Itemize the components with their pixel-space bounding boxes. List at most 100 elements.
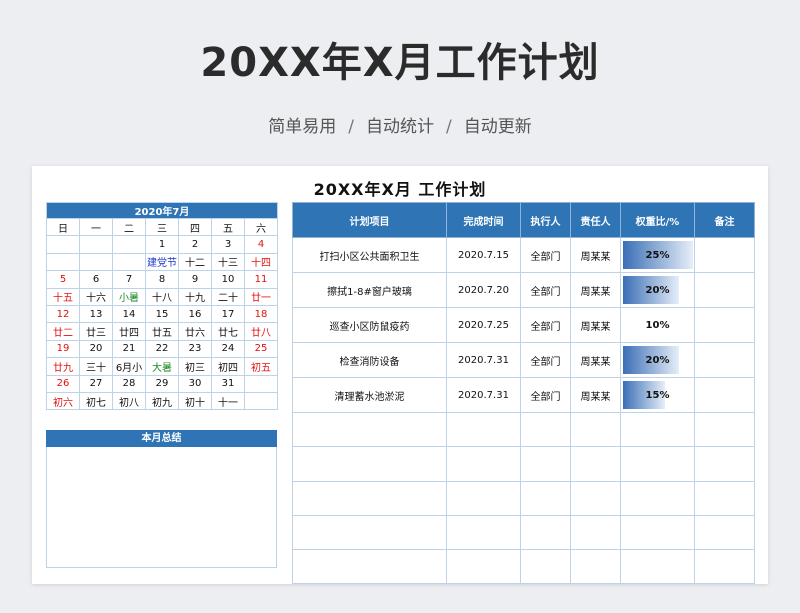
calendar-cell[interactable] [46, 252, 80, 272]
task-cell-empty[interactable] [520, 446, 571, 482]
task-cell-empty[interactable] [620, 446, 695, 482]
task-cell-weight[interactable]: 20% [620, 272, 695, 308]
calendar-cell[interactable]: 初九 [145, 391, 179, 411]
calendar-cell[interactable]: 25 [244, 339, 278, 359]
task-cell-empty[interactable] [446, 514, 521, 551]
task-cell-date[interactable]: 2020.7.25 [446, 307, 521, 343]
task-cell-item[interactable]: 打扫小区公共面积卫生 [292, 237, 447, 273]
calendar-cell[interactable]: 二十 [211, 287, 245, 306]
task-cell-date[interactable]: 2020.7.31 [446, 377, 521, 413]
calendar-cell[interactable]: 大暑 [145, 357, 179, 376]
calendar-cell[interactable]: 13 [79, 304, 113, 324]
task-cell-note[interactable] [694, 307, 755, 343]
calendar-cell[interactable]: 12 [46, 304, 80, 324]
task-cell-note[interactable] [694, 342, 755, 378]
calendar-cell[interactable]: 2 [178, 235, 212, 254]
calendar-cell[interactable]: 28 [112, 374, 146, 393]
calendar-cell[interactable]: 十六 [79, 287, 113, 306]
task-cell-empty[interactable] [292, 514, 447, 551]
calendar-cell[interactable]: 小暑 [112, 287, 146, 306]
calendar-cell[interactable]: 初十 [178, 391, 212, 411]
task-cell-empty[interactable] [520, 480, 571, 516]
calendar-cell[interactable]: 十二 [178, 252, 212, 272]
task-cell-executor[interactable]: 全部门 [520, 377, 571, 413]
task-cell-empty[interactable] [570, 446, 621, 482]
task-cell-empty[interactable] [694, 446, 755, 482]
calendar-cell[interactable]: 廿一 [244, 287, 278, 306]
calendar-cell[interactable]: 31 [211, 374, 245, 393]
calendar-cell[interactable]: 廿六 [178, 322, 212, 341]
calendar-cell[interactable]: 29 [145, 374, 179, 393]
task-cell-empty[interactable] [620, 549, 695, 584]
task-cell-item[interactable]: 清理蓄水池淤泥 [292, 377, 447, 413]
calendar-cell[interactable] [46, 235, 80, 254]
task-cell-empty[interactable] [620, 514, 695, 551]
task-cell-owner[interactable]: 周某某 [570, 237, 621, 273]
task-cell-empty[interactable] [694, 514, 755, 551]
calendar-cell[interactable]: 廿二 [46, 322, 80, 341]
task-cell-empty[interactable] [520, 411, 571, 448]
calendar-cell[interactable]: 21 [112, 339, 146, 359]
task-cell-executor[interactable]: 全部门 [520, 272, 571, 308]
calendar-cell[interactable]: 16 [178, 304, 212, 324]
calendar-cell[interactable]: 14 [112, 304, 146, 324]
task-cell-empty[interactable] [694, 480, 755, 516]
calendar-cell[interactable]: 8 [145, 270, 179, 289]
calendar-cell[interactable]: 5 [46, 270, 80, 289]
calendar-cell[interactable]: 廿五 [145, 322, 179, 341]
calendar-cell[interactable]: 4 [244, 235, 278, 254]
task-cell-item[interactable]: 巡查小区防鼠疫药 [292, 307, 447, 343]
calendar-cell[interactable]: 18 [244, 304, 278, 324]
task-cell-note[interactable] [694, 377, 755, 413]
calendar-cell[interactable] [244, 374, 278, 393]
task-cell-note[interactable] [694, 237, 755, 273]
task-cell-empty[interactable] [620, 411, 695, 448]
calendar-cell[interactable]: 初七 [79, 391, 113, 411]
task-cell-empty[interactable] [520, 514, 571, 551]
calendar-cell[interactable]: 廿八 [244, 322, 278, 341]
calendar-cell[interactable]: 23 [178, 339, 212, 359]
task-cell-owner[interactable]: 周某某 [570, 307, 621, 343]
task-cell-weight[interactable]: 10% [620, 307, 695, 343]
task-cell-item[interactable]: 擦拭1-8#窗户玻璃 [292, 272, 447, 308]
task-cell-empty[interactable] [446, 446, 521, 482]
task-cell-empty[interactable] [570, 514, 621, 551]
calendar-cell[interactable]: 初六 [46, 391, 80, 411]
calendar-cell[interactable]: 初八 [112, 391, 146, 411]
calendar-cell[interactable]: 22 [145, 339, 179, 359]
calendar-cell[interactable]: 初四 [211, 357, 245, 376]
calendar-cell[interactable] [112, 235, 146, 254]
calendar-cell[interactable] [79, 235, 113, 254]
task-cell-empty[interactable] [292, 411, 447, 448]
calendar-cell[interactable]: 24 [211, 339, 245, 359]
calendar-cell[interactable]: 30 [178, 374, 212, 393]
task-cell-empty[interactable] [694, 411, 755, 448]
task-cell-note[interactable] [694, 272, 755, 308]
calendar-cell[interactable]: 十四 [244, 252, 278, 272]
task-cell-owner[interactable]: 周某某 [570, 342, 621, 378]
calendar-cell[interactable] [112, 252, 146, 272]
calendar-cell[interactable]: 19 [46, 339, 80, 359]
task-cell-empty[interactable] [570, 411, 621, 448]
task-cell-empty[interactable] [292, 549, 447, 584]
calendar-cell[interactable]: 17 [211, 304, 245, 324]
calendar-cell[interactable]: 十八 [145, 287, 179, 306]
task-cell-owner[interactable]: 周某某 [570, 272, 621, 308]
calendar-cell[interactable]: 十九 [178, 287, 212, 306]
calendar-cell[interactable]: 10 [211, 270, 245, 289]
calendar-cell[interactable] [79, 252, 113, 272]
task-cell-date[interactable]: 2020.7.20 [446, 272, 521, 308]
calendar-cell[interactable]: 6月小 [112, 357, 146, 376]
task-cell-owner[interactable]: 周某某 [570, 377, 621, 413]
calendar-cell[interactable]: 建党节 [145, 252, 179, 272]
task-cell-date[interactable]: 2020.7.15 [446, 237, 521, 273]
calendar-cell[interactable]: 廿九 [46, 357, 80, 376]
task-cell-empty[interactable] [570, 549, 621, 584]
task-cell-date[interactable]: 2020.7.31 [446, 342, 521, 378]
calendar-cell[interactable]: 15 [145, 304, 179, 324]
calendar-cell[interactable]: 27 [79, 374, 113, 393]
calendar-cell[interactable]: 3 [211, 235, 245, 254]
task-cell-item[interactable]: 检查消防设备 [292, 342, 447, 378]
calendar-cell[interactable]: 20 [79, 339, 113, 359]
task-cell-weight[interactable]: 20% [620, 342, 695, 378]
